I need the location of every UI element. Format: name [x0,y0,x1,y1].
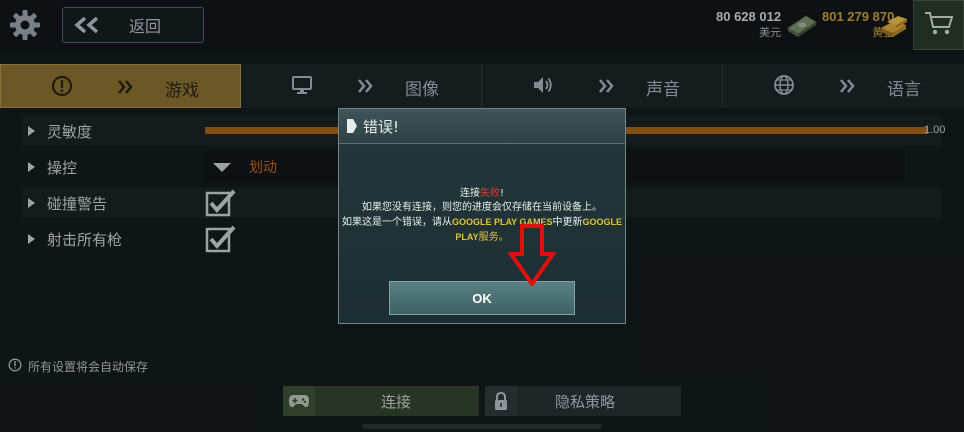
flag-marker-icon [347,119,357,133]
message-line-1: 连接失败! [339,187,625,201]
error-dialog: 错误! 连接失败! 如果您没有连接，则您的进度会仅存储在当前设备上。 如果这是一… [338,108,626,324]
error-dialog-title: 错误! [363,117,400,136]
message-line-2: 如果您没有连接，则您的进度会仅存储在当前设备上。 [362,202,602,213]
google-text: GOOGLE [582,217,623,227]
play-text: PLAY [455,232,479,242]
error-dialog-message: 连接失败! 如果您没有连接，则您的进度会仅存储在当前设备上。 如果这是一个错误，… [339,187,625,245]
error-dialog-header: 错误! [339,109,625,144]
fail-text: 失败 [479,188,500,199]
message-text: 连接 [459,188,480,199]
message-line-3: 如果这是一个错误，请从GOOGLE PLAY GAMES中更新GOOGLE [339,215,625,230]
message-line-4: PLAY服务。 [339,230,625,245]
message-text: ! [499,188,504,199]
services-text: 服务。 [478,232,509,243]
message-text: 如果这是一个错误，请从 [341,217,452,228]
message-text: 中更新 [552,217,583,228]
red-down-arrow-annotation-icon [507,224,557,290]
